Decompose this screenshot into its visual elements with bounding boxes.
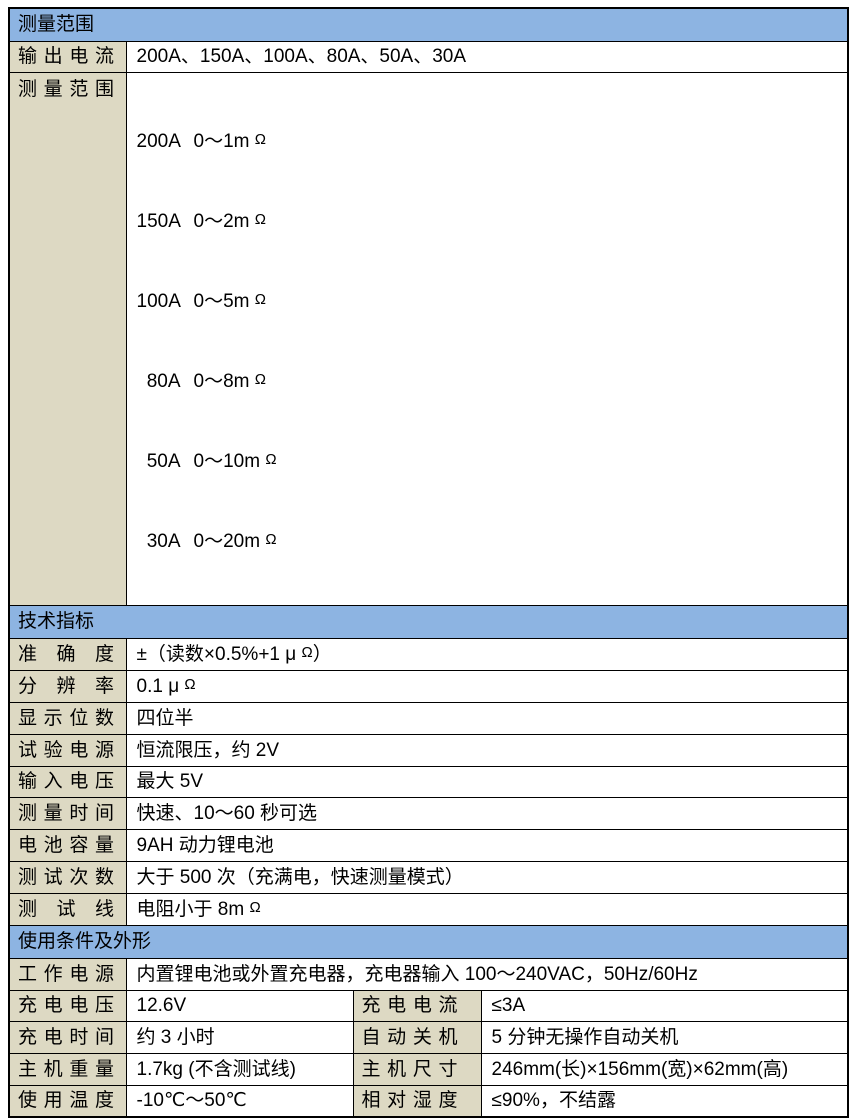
range-line: 30A 0～20m Ω xyxy=(137,525,844,558)
row-label-text: 主机重量 xyxy=(18,1058,114,1082)
row-label-measurement-range: 测量范围 xyxy=(9,72,126,606)
row-label-working-power: 工作电源 xyxy=(9,959,126,991)
ohm-symbol: Ω xyxy=(302,644,313,661)
range-value: 0～2m Ω xyxy=(194,211,266,232)
row-label-resolution: 分辨率 xyxy=(9,671,126,703)
row-label-text: 测量范围 xyxy=(18,78,114,102)
range-line: 100A 0～5m Ω xyxy=(137,285,844,318)
row-label-charge-time: 充电时间 xyxy=(9,1022,126,1054)
row-label-host-weight: 主机重量 xyxy=(9,1054,126,1086)
row-label-text: 测试次数 xyxy=(18,866,114,890)
range-value: 0～20m Ω xyxy=(194,531,277,552)
range-current: 30A xyxy=(137,527,181,558)
range-current: 100A xyxy=(137,287,181,318)
row-label-text: 测试线 xyxy=(18,898,114,922)
range-current: 200A xyxy=(137,127,181,158)
spec-table: 测量范围 输出电流 200A、150A、100A、80A、50A、30A 测量范… xyxy=(8,7,849,1118)
range-value: 0～5m Ω xyxy=(194,291,266,312)
row-value-host-size: 246mm(长)×156mm(宽)×62mm(高) xyxy=(481,1054,848,1086)
row-label-auto-shutdown: 自动关机 xyxy=(353,1022,481,1054)
row-value-working-power: 内置锂电池或外置充电器，充电器输入 100～240VAC，50Hz/60Hz xyxy=(126,959,848,991)
range-value: 0～1m Ω xyxy=(194,131,266,152)
row-label-battery-capacity: 电池容量 xyxy=(9,830,126,862)
row-label-display-digits: 显示位数 xyxy=(9,703,126,735)
range-line: 200A 0～1m Ω xyxy=(137,125,844,158)
row-value-auto-shutdown: 5 分钟无操作自动关机 xyxy=(481,1022,848,1054)
row-value-test-count: 大于 500 次（充满电，快速测量模式） xyxy=(126,862,848,894)
row-label-text: 准确度 xyxy=(18,643,114,667)
row-label-text: 输出电流 xyxy=(18,45,114,69)
row-label-measure-time: 测量时间 xyxy=(9,798,126,830)
row-label-test-lead: 测试线 xyxy=(9,894,126,926)
row-value-host-weight: 1.7kg (不含测试线) xyxy=(126,1054,353,1086)
row-value-operating-temp: -10℃～50℃ xyxy=(126,1086,353,1117)
row-label-relative-humidity: 相对湿度 xyxy=(353,1086,481,1117)
row-label-accuracy: 准确度 xyxy=(9,639,126,671)
row-label-test-count: 测试次数 xyxy=(9,862,126,894)
range-value: 0～10m Ω xyxy=(194,451,277,472)
row-label-text: 自动关机 xyxy=(362,1026,458,1050)
row-label-text: 分辨率 xyxy=(18,675,114,699)
row-label-text: 工作电源 xyxy=(18,963,114,987)
section-header-usage-conditions: 使用条件及外形 xyxy=(9,926,848,959)
ohm-symbol: Ω xyxy=(255,131,266,148)
section-header-measurement-range: 测量范围 xyxy=(9,8,848,41)
ohm-symbol: Ω xyxy=(249,899,260,916)
row-value-charge-time: 约 3 小时 xyxy=(126,1022,353,1054)
range-current: 80A xyxy=(137,367,181,398)
row-value-test-power: 恒流限压，约 2V xyxy=(126,735,848,767)
row-value-display-digits: 四位半 xyxy=(126,703,848,735)
row-label-text: 电池容量 xyxy=(18,834,114,858)
row-label-test-power: 试验电源 xyxy=(9,735,126,767)
row-label-host-size: 主机尺寸 xyxy=(353,1054,481,1086)
ohm-symbol: Ω xyxy=(184,676,195,693)
range-current: 50A xyxy=(137,447,181,478)
row-label-text: 试验电源 xyxy=(18,739,114,763)
row-label-input-voltage: 输入电压 xyxy=(9,767,126,798)
row-value-charge-current: ≤3A xyxy=(481,991,848,1022)
row-value-measure-time: 快速、10～60 秒可选 xyxy=(126,798,848,830)
row-label-text: 充电电压 xyxy=(18,994,114,1018)
row-value-accuracy: ±（读数×0.5%+1 μ Ω） xyxy=(126,639,848,671)
row-value-resolution: 0.1 μ Ω xyxy=(126,671,848,703)
range-current: 150A xyxy=(137,207,181,238)
range-value: 0～8m Ω xyxy=(194,371,266,392)
row-label-text: 充电时间 xyxy=(18,1026,114,1050)
row-value-input-voltage: 最大 5V xyxy=(126,767,848,798)
row-value-test-lead: 电阻小于 8m Ω xyxy=(126,894,848,926)
row-label-charge-voltage: 充电电压 xyxy=(9,991,126,1022)
row-value-measurement-range: 200A 0～1m Ω 150A 0～2m Ω 100A 0～5m Ω 80A 0～8m… xyxy=(126,72,848,606)
row-value-relative-humidity: ≤90%，不结露 xyxy=(481,1086,848,1117)
ohm-symbol: Ω xyxy=(255,291,266,308)
row-label-text: 使用温度 xyxy=(18,1089,114,1113)
range-line: 150A 0～2m Ω xyxy=(137,205,844,238)
row-label-output-current: 输出电流 xyxy=(9,41,126,72)
row-label-operating-temp: 使用温度 xyxy=(9,1086,126,1117)
ohm-symbol: Ω xyxy=(255,211,266,228)
row-label-charge-current: 充电电流 xyxy=(353,991,481,1022)
row-label-text: 相对湿度 xyxy=(362,1089,458,1113)
range-line: 80A 0～8m Ω xyxy=(137,365,844,398)
row-label-text: 输入电压 xyxy=(18,770,114,794)
row-value-charge-voltage: 12.6V xyxy=(126,991,353,1022)
range-line: 50A 0～10m Ω xyxy=(137,445,844,478)
ohm-symbol: Ω xyxy=(255,371,266,388)
ohm-symbol: Ω xyxy=(265,531,276,548)
ohm-symbol: Ω xyxy=(265,451,276,468)
row-label-text: 测量时间 xyxy=(18,802,114,826)
row-value-output-current: 200A、150A、100A、80A、50A、30A xyxy=(126,41,848,72)
section-header-tech-specs: 技术指标 xyxy=(9,606,848,639)
row-value-battery-capacity: 9AH 动力锂电池 xyxy=(126,830,848,862)
row-label-text: 充电电流 xyxy=(362,994,458,1018)
row-label-text: 主机尺寸 xyxy=(362,1058,458,1082)
row-label-text: 显示位数 xyxy=(18,707,114,731)
